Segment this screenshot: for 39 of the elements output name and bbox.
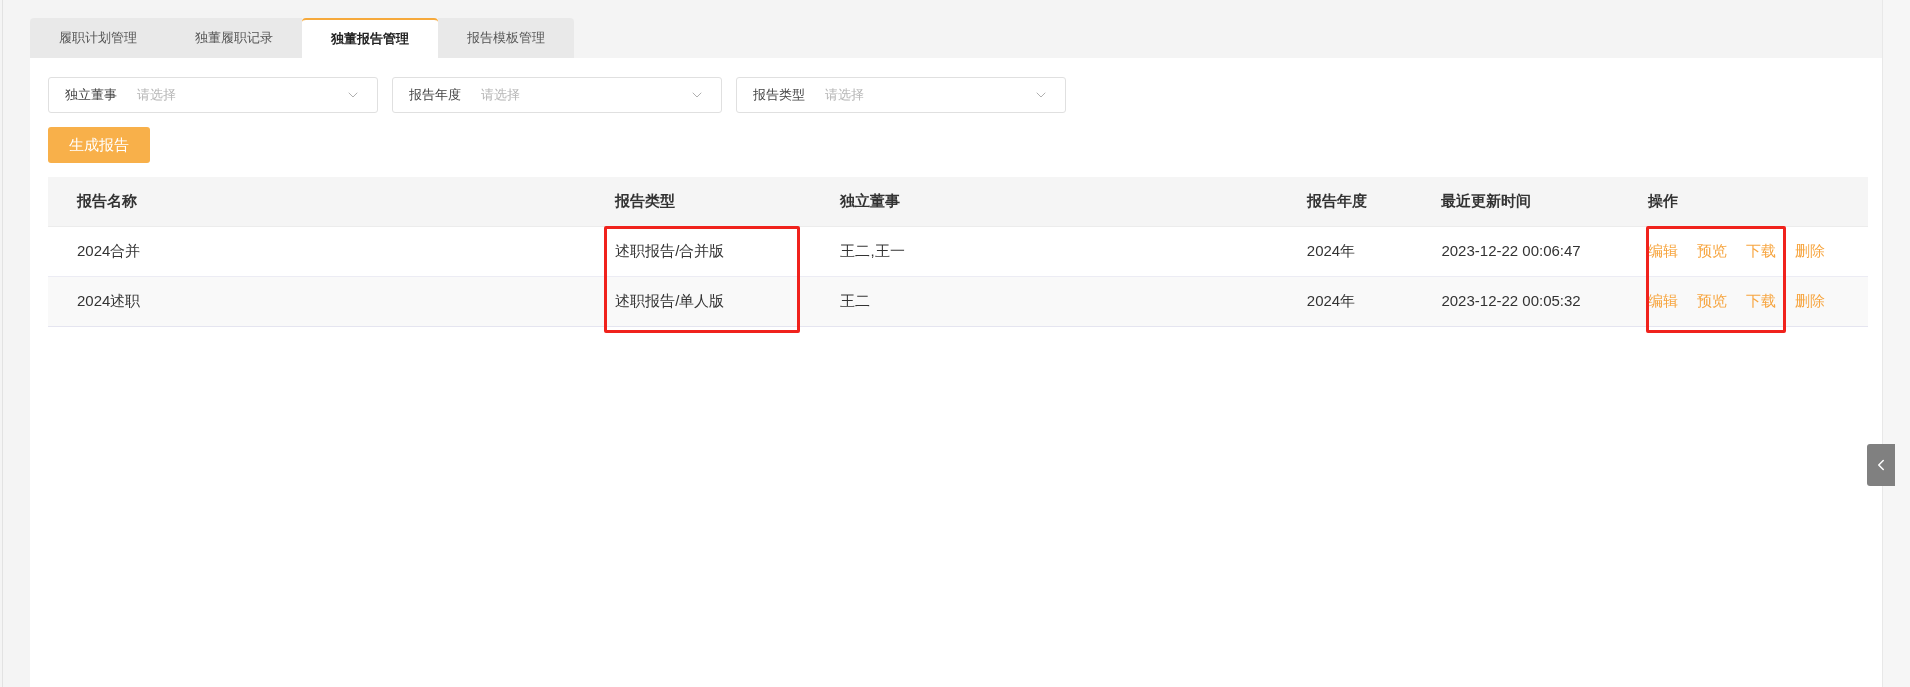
- action-link[interactable]: 删除: [1794, 240, 1825, 263]
- table-cell: 2024述职: [77, 292, 141, 310]
- tab[interactable]: 独董履职记录: [166, 18, 302, 58]
- select-field[interactable]: 独立董事 请选择: [48, 77, 378, 113]
- action-link[interactable]: 下载: [1745, 240, 1776, 263]
- field-label: 独立董事: [65, 86, 117, 105]
- column-header: 最近更新时间: [1440, 191, 1533, 212]
- table-cell: 2024合并: [77, 242, 141, 260]
- table-cell: 2024年: [1306, 242, 1356, 260]
- table-cell: 王二,王一: [840, 242, 905, 260]
- column-header: 报告类型: [613, 191, 677, 212]
- column-header: 报告年度: [1305, 191, 1368, 212]
- column-header: 独立董事: [839, 191, 902, 212]
- select-field[interactable]: 报告类型 请选择: [736, 77, 1066, 113]
- table-cell: 述职报告/合并版: [615, 242, 725, 260]
- collapse-handle[interactable]: [1867, 444, 1895, 486]
- action-link[interactable]: 预览: [1696, 290, 1727, 313]
- placeholder-text: 请选择: [825, 86, 865, 105]
- table-cell: 2023-12-22 00:06:47: [1441, 242, 1581, 260]
- table-cell: 2024年: [1306, 292, 1356, 310]
- select-field[interactable]: 报告年度 请选择: [392, 77, 722, 113]
- column-header: 报告名称: [75, 191, 138, 212]
- table-cell: 2023-12-22 00:05:32: [1441, 292, 1581, 310]
- placeholder-text: 请选择: [481, 86, 521, 105]
- table-cell: 王二: [840, 292, 871, 310]
- generate-report-button[interactable]: 生成报告: [48, 127, 150, 163]
- action-link[interactable]: 编辑: [1647, 240, 1678, 263]
- tab[interactable]: 报告模板管理: [438, 18, 574, 58]
- field-label: 报告年度: [409, 86, 461, 105]
- action-link[interactable]: 下载: [1745, 290, 1776, 313]
- field-label: 报告类型: [753, 86, 805, 105]
- action-link[interactable]: 预览: [1696, 240, 1727, 263]
- column-header: 操作: [1646, 191, 1679, 212]
- placeholder-text: 请选择: [137, 86, 177, 105]
- tab[interactable]: 独董报告管理: [302, 18, 438, 58]
- tab[interactable]: 履职计划管理: [30, 18, 166, 58]
- table-cell: 述职报告/单人版: [615, 292, 725, 310]
- action-link[interactable]: 编辑: [1647, 290, 1678, 313]
- action-link[interactable]: 删除: [1794, 290, 1825, 313]
